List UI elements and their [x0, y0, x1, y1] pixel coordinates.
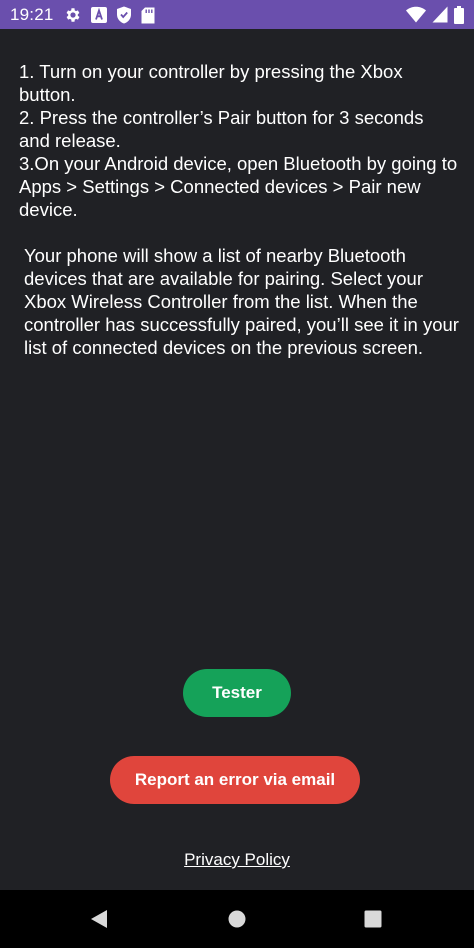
status-bar: 19:21 [0, 0, 474, 29]
instruction-step-3: 3.On your Android device, open Bluetooth… [19, 153, 458, 220]
home-icon[interactable] [228, 910, 246, 933]
font-icon [91, 7, 107, 23]
tester-button[interactable]: Tester [183, 669, 291, 717]
instruction-step-2: 2. Press the controller’s Pair button fo… [19, 107, 424, 151]
instruction-step-1: 1. Turn on your controller by pressing t… [19, 61, 403, 105]
gear-icon [64, 6, 82, 24]
report-error-button[interactable]: Report an error via email [110, 756, 360, 804]
status-notification-icons [64, 6, 155, 24]
shield-icon [116, 6, 132, 24]
status-time: 19:21 [10, 5, 54, 24]
back-icon[interactable] [90, 909, 108, 934]
instruction-note: Your phone will show a list of nearby Bl… [24, 245, 459, 358]
battery-icon [454, 5, 464, 24]
privacy-policy-link[interactable]: Privacy Policy [0, 850, 474, 870]
navigation-bar [0, 890, 474, 948]
status-system-icons [406, 5, 464, 24]
wifi-icon [406, 6, 426, 23]
cell-signal-icon [432, 6, 448, 23]
sd-card-icon [141, 7, 155, 24]
app-screen: 19:21 1. Turn on your controller by pres… [0, 0, 474, 948]
pairing-instructions: 1. Turn on your controller by pressing t… [19, 60, 459, 359]
recents-icon[interactable] [364, 910, 382, 933]
